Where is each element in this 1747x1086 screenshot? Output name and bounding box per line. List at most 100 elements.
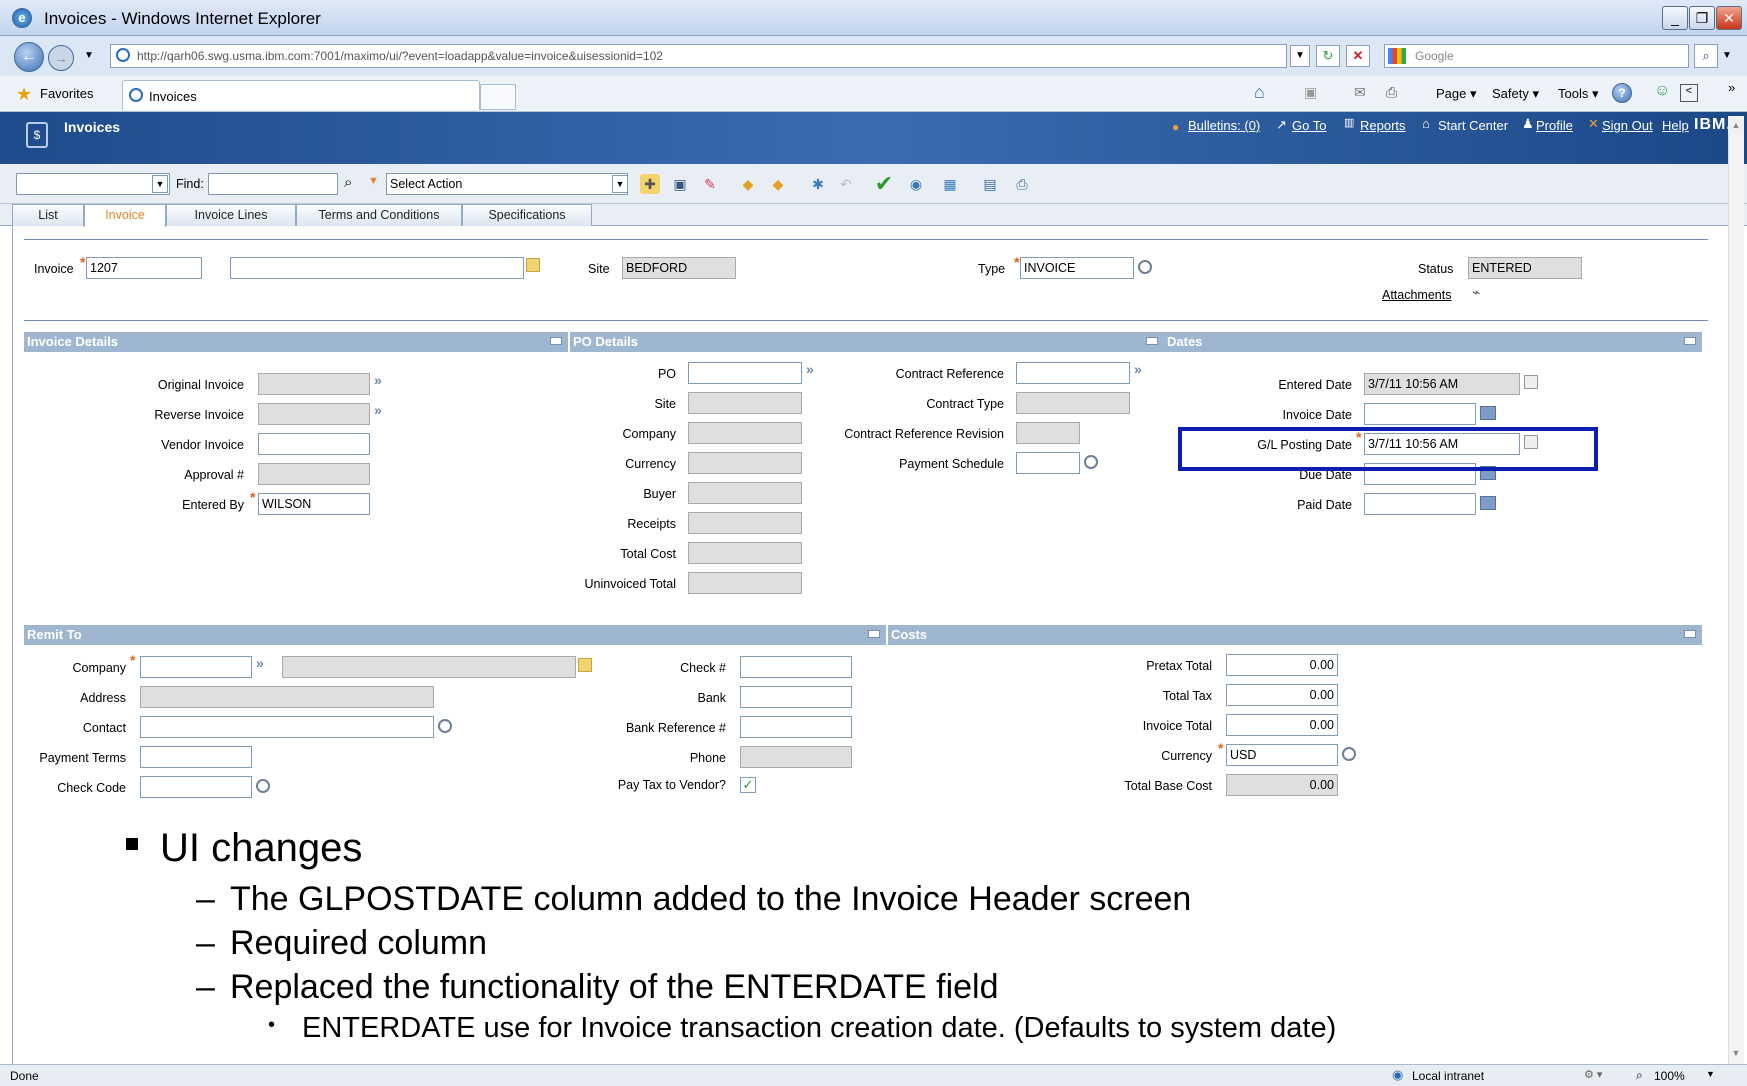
new-tab-button[interactable] [480, 84, 516, 110]
favorites-button[interactable]: Favorites [40, 86, 93, 101]
search-icon[interactable]: ⌕ [1694, 44, 1718, 68]
costs-currency-lookup-icon[interactable] [1342, 747, 1356, 761]
tab-terms-and-conditions[interactable]: Terms and Conditions [296, 204, 462, 226]
browser-tab[interactable]: Invoices [122, 80, 480, 110]
po-details-collapse-icon[interactable] [1146, 337, 1158, 345]
po-currency-input[interactable] [688, 452, 802, 474]
forward-icon[interactable]: → [48, 45, 74, 71]
query-select[interactable] [16, 173, 170, 195]
next-record-icon[interactable]: ◆ [768, 174, 788, 194]
contract-type-input[interactable] [1016, 392, 1130, 414]
payment-terms-input[interactable] [140, 746, 252, 768]
pretax-total-input[interactable]: 0.00 [1226, 654, 1338, 676]
sign-out-link[interactable]: Sign Out [1602, 118, 1653, 133]
attachments-link[interactable]: Attachments [1382, 288, 1451, 302]
type-input[interactable]: INVOICE [1020, 257, 1134, 279]
costs-collapse-icon[interactable] [1684, 630, 1696, 638]
paid-date-input[interactable] [1364, 493, 1476, 515]
check-code-input[interactable] [140, 776, 252, 798]
more-chevron-icon[interactable]: » [1728, 80, 1735, 95]
vertical-scrollbar[interactable] [1728, 134, 1744, 1064]
approval-input[interactable] [258, 463, 370, 485]
paid-date-calendar-icon[interactable] [1480, 496, 1496, 510]
check-number-input[interactable] [740, 656, 852, 678]
print-icon[interactable]: ⎙ [1386, 84, 1397, 101]
scroll-up-icon[interactable]: ▲ [1728, 116, 1744, 134]
bank-reference-input[interactable] [740, 716, 852, 738]
url-field[interactable]: http://qarh06.swg.usma.ibm.com:7001/maxi… [110, 44, 1287, 68]
receipts-input[interactable] [688, 512, 802, 534]
remit-company-name-input[interactable] [282, 656, 576, 678]
invoice-date-calendar-icon[interactable] [1480, 406, 1496, 420]
help-icon[interactable]: ? [1612, 83, 1632, 103]
tab-list[interactable]: List [12, 204, 84, 226]
total-cost-input[interactable] [688, 542, 802, 564]
feeds-icon[interactable]: ▣ [1304, 84, 1317, 101]
stop-icon[interactable]: ✕ [1346, 45, 1370, 67]
uninvoiced-total-input[interactable] [688, 572, 802, 594]
messenger-icon[interactable]: ☺ [1654, 82, 1670, 100]
payment-schedule-lookup-icon[interactable] [1084, 455, 1098, 469]
start-center-link[interactable]: Start Center [1438, 118, 1508, 133]
entered-date-input[interactable]: 3/7/11 10:56 AM [1364, 373, 1520, 395]
address-input[interactable] [140, 686, 434, 708]
tab-invoice-lines[interactable]: Invoice Lines [166, 204, 296, 226]
select-action-dropdown[interactable]: Select Action [386, 173, 628, 195]
zoom-level[interactable]: 100% [1654, 1069, 1685, 1083]
protected-mode-icon[interactable]: ⚙ ▾ [1584, 1068, 1602, 1081]
profile-link[interactable]: Profile [1536, 118, 1573, 133]
remit-to-collapse-icon[interactable] [868, 630, 880, 638]
zoom-icon[interactable]: ⌕ [1636, 1068, 1643, 1083]
invoice-description-input[interactable] [230, 257, 524, 279]
print-record-icon[interactable]: ⎙ [1012, 174, 1032, 194]
previous-record-icon[interactable]: ◆ [738, 174, 758, 194]
check-code-lookup-icon[interactable] [256, 779, 270, 793]
chart-icon[interactable]: ▦ [940, 174, 960, 194]
pay-tax-to-vendor-checkbox[interactable]: ✓ [740, 777, 756, 793]
po-company-input[interactable] [688, 422, 802, 444]
invoice-total-input[interactable]: 0.00 [1226, 714, 1338, 736]
safety-menu[interactable]: Safety ▾ [1492, 86, 1539, 102]
buyer-input[interactable] [688, 482, 802, 504]
remit-company-input[interactable] [140, 656, 252, 678]
remit-long-description-icon[interactable] [578, 658, 592, 672]
find-input[interactable] [208, 173, 338, 195]
url-dropdown-icon[interactable]: ▼ [1290, 45, 1310, 67]
reports-link[interactable]: Reports [1360, 118, 1406, 133]
dates-collapse-icon[interactable] [1684, 337, 1696, 345]
view-icon[interactable]: ◉ [906, 174, 926, 194]
reverse-invoice-input[interactable] [258, 403, 370, 425]
minimize-button[interactable]: _ [1662, 6, 1688, 30]
tab-specifications[interactable]: Specifications [462, 204, 592, 226]
back-icon[interactable]: ← [14, 42, 44, 72]
approve-icon[interactable]: ✔ [874, 173, 894, 195]
contract-reference-detail-icon[interactable]: » [1134, 361, 1142, 377]
tools-menu[interactable]: Tools ▾ [1558, 86, 1599, 102]
page-menu[interactable]: Page ▾ [1436, 86, 1477, 102]
entered-by-input[interactable]: WILSON [258, 493, 370, 515]
payment-schedule-input[interactable] [1016, 452, 1080, 474]
select-action-dropdown-icon[interactable]: ▼ [612, 175, 628, 193]
original-invoice-input[interactable] [258, 373, 370, 395]
invoice-details-collapse-icon[interactable] [550, 337, 562, 345]
vendor-invoice-input[interactable] [258, 433, 370, 455]
restore-button[interactable]: ❐ [1689, 6, 1715, 30]
help-link[interactable]: Help [1662, 118, 1689, 133]
search-field[interactable]: Google [1384, 44, 1689, 68]
entered-date-calendar-icon[interactable] [1524, 375, 1538, 389]
document-icon[interactable]: ▤ [980, 174, 1000, 194]
tab-invoice[interactable]: Invoice [84, 204, 166, 227]
type-lookup-icon[interactable] [1138, 260, 1152, 274]
query-dropdown-icon[interactable]: ▼ [152, 175, 168, 193]
goto-link[interactable]: Go To [1292, 118, 1326, 133]
po-detail-icon[interactable]: » [806, 361, 814, 377]
home-icon[interactable]: ⌂ [1254, 82, 1265, 103]
contact-input[interactable] [140, 716, 434, 738]
long-description-icon[interactable] [526, 258, 540, 272]
refresh-icon[interactable]: ↻ [1316, 45, 1340, 67]
new-record-icon[interactable]: ✚ [640, 174, 660, 194]
contract-reference-revision-input[interactable] [1016, 422, 1080, 444]
undo-icon[interactable]: ↶ [836, 174, 856, 194]
history-dropdown-icon[interactable]: ▼ [84, 50, 94, 61]
bank-input[interactable] [740, 686, 852, 708]
